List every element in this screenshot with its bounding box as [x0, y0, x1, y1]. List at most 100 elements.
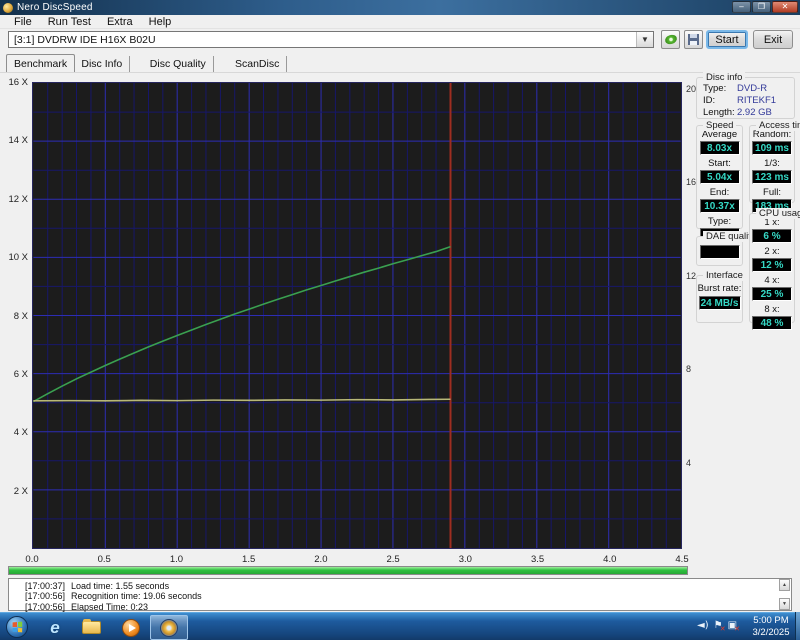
x-axis-tick: 3.5	[530, 554, 545, 565]
log-message: Recognition time: 19.06 seconds	[71, 591, 202, 602]
window-controls: – ❐ ✕	[732, 1, 798, 13]
start-button[interactable]: Start	[706, 30, 748, 49]
disc-info-label: Type:	[703, 83, 727, 94]
cpu-usage-label: 8 x:	[764, 304, 780, 315]
volume-icon[interactable]: ◄)	[697, 620, 709, 631]
dae-quality-display	[699, 245, 740, 259]
menu-item-extra[interactable]: Extra	[99, 16, 141, 28]
right-axis-tick: 16	[686, 177, 697, 188]
action-center-flag-icon[interactable]: ⚑	[714, 620, 726, 633]
minimize-button[interactable]: –	[732, 1, 751, 13]
progress-fill	[9, 567, 687, 574]
cpu-usage-display: 25 %	[752, 287, 792, 301]
tab-disc-quality[interactable]: Disc Quality	[143, 56, 214, 72]
taskbar-item-media-player[interactable]	[120, 617, 142, 638]
disc-info-row: Length: 2.92 GB	[703, 107, 794, 118]
x-axis-tick: 2.0	[314, 554, 328, 565]
log-row: [17:00:56] Recognition time: 19.06 second…	[25, 591, 791, 601]
menu-item-file[interactable]: File	[6, 16, 40, 28]
speed-item: Average 8.03x	[697, 129, 742, 155]
log-message: Elapsed Time: 0:23	[71, 601, 149, 612]
access-time-label: 1/3:	[764, 158, 780, 169]
save-icon	[688, 34, 699, 45]
disc-info-row: ID: RITEKF1	[703, 95, 794, 106]
burst-rate-label: Burst rate:	[697, 283, 742, 294]
menu-item-run-test[interactable]: Run Test	[40, 16, 99, 28]
eject-disc-button[interactable]	[661, 30, 680, 49]
left-axis-tick: 16 X	[8, 77, 28, 88]
speed-label: End:	[709, 187, 730, 198]
windows-flag-icon	[12, 621, 23, 633]
exit-button[interactable]: Exit	[753, 30, 793, 49]
log-message: Load time: 1.55 seconds	[71, 581, 170, 591]
eject-disc-icon	[663, 33, 678, 46]
speed-label: Start:	[708, 158, 731, 169]
access-time-item: 1/3: 123 ms	[750, 158, 794, 184]
left-axis-tick: 14 X	[8, 135, 28, 147]
clock-time: 5:00 PM	[753, 615, 789, 626]
tab-benchmark[interactable]: Benchmark	[6, 54, 76, 72]
disc-info-label: ID:	[703, 95, 716, 106]
cpu-usage-display: 6 %	[752, 229, 792, 243]
x-axis-tick: 1.0	[169, 554, 184, 565]
disc-info-value: 2.92 GB	[737, 107, 772, 118]
x-axis-tick: 2.5	[386, 554, 400, 565]
taskbar-item-explorer[interactable]	[80, 617, 102, 638]
right-axis-tick: 4	[686, 457, 692, 468]
drive-selector-combobox[interactable]: [3:1] DVDRW IDE H16X B02U ▼	[8, 31, 654, 48]
speed-item: End: 10.37x	[697, 187, 742, 213]
speed-title: Speed	[703, 120, 737, 131]
log-row: [17:00:56] Elapsed Time: 0:23	[25, 602, 791, 612]
access-time-display: 109 ms	[752, 141, 792, 155]
network-icon[interactable]: ▣	[728, 620, 741, 633]
x-axis-tick: 4.5	[675, 554, 689, 565]
left-axis-tick: 10 X	[8, 252, 28, 264]
left-axis-tick: 2 X	[13, 485, 28, 497]
burst-rate-display: 24 MB/s	[698, 296, 741, 310]
taskbar: e ◄) ⚑ ▣ 5:00 PM 3/2/2025	[0, 612, 800, 640]
cpu-usage-item: 8 x: 48 %	[750, 304, 794, 330]
toolbar: [3:1] DVDRW IDE H16X B02U ▼ Start Exit	[0, 29, 800, 52]
x-axis-tick: 1.5	[242, 554, 256, 565]
left-axis-tick: 12 X	[8, 193, 28, 205]
log-timestamp: [17:00:56]	[25, 601, 66, 612]
window-title: Nero DiscSpeed	[17, 2, 93, 13]
start-button-orb[interactable]	[6, 616, 28, 638]
internet-explorer-icon: e	[50, 617, 60, 637]
scroll-down-icon[interactable]: ▼	[779, 598, 790, 610]
benchmark-chart	[32, 82, 682, 549]
left-axis-tick: 6 X	[13, 368, 28, 380]
disc-info-title: Disc info	[703, 72, 746, 83]
cpu-usage-item: 2 x: 12 %	[750, 246, 794, 272]
menu-item-help[interactable]: Help	[141, 16, 180, 28]
right-axis-tick: 12	[686, 270, 697, 281]
cpu-usage-item: 1 x: 6 %	[750, 217, 794, 243]
title-bar: Nero DiscSpeed	[0, 0, 800, 15]
log-scrollbar[interactable]: ▲ ▼	[779, 579, 790, 610]
show-desktop-button[interactable]	[795, 612, 800, 640]
save-results-button[interactable]	[684, 30, 703, 49]
cpu-usage-display: 48 %	[752, 316, 792, 330]
tab-scandisc[interactable]: ScanDisc	[228, 56, 288, 72]
cpu-usage-group: CPU usage 1 x:6 % 2 x:12 % 4 x:25 % 8 x:48 …	[749, 208, 800, 330]
disc-info-label: Length:	[703, 107, 735, 118]
tab-disc-info[interactable]: Disc Info	[74, 56, 131, 72]
cpu-usage-display: 12 %	[752, 258, 792, 272]
speed-group: Speed Average 8.03x Start: 5.04x End: 10.37x T…	[696, 120, 743, 242]
taskbar-clock[interactable]: 5:00 PM 3/2/2025	[748, 615, 794, 639]
app-disc-icon	[3, 2, 13, 13]
log-timestamp: [17:00:56]	[25, 591, 66, 602]
cpu-usage-item: 4 x: 25 %	[750, 275, 794, 301]
disc-info-value: RITEKF1	[737, 95, 777, 106]
benchmark-page: Disc info Type: DVD-R ID: RITEKF1 Length: 2.9…	[0, 72, 800, 612]
taskbar-item-nero-discspeed-active[interactable]	[150, 615, 188, 640]
taskbar-item-internet-explorer[interactable]: e	[44, 617, 66, 638]
drive-selector-value: [3:1] DVDRW IDE H16X B02U	[14, 33, 156, 46]
scroll-up-icon[interactable]: ▲	[779, 579, 790, 591]
cpu-usage-title: CPU usage	[756, 208, 800, 219]
chevron-down-icon[interactable]: ▼	[636, 32, 653, 47]
disc-info-value: DVD-R	[737, 83, 768, 94]
close-button[interactable]: ✕	[772, 1, 798, 13]
speed-item: Start: 5.04x	[697, 158, 742, 184]
maximize-button[interactable]: ❐	[752, 1, 771, 13]
